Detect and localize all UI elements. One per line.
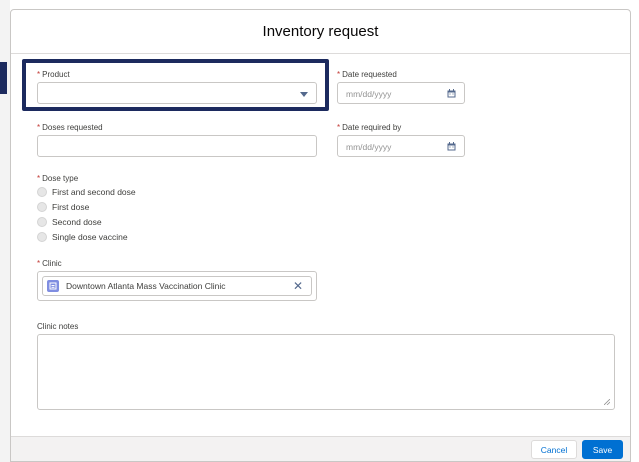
date-requested-placeholder: mm/dd/yyyy: [346, 89, 392, 99]
dose-type-option[interactable]: First dose: [37, 201, 89, 213]
modal-header: Inventory request: [11, 10, 630, 54]
date-requested-label: * Date requested: [337, 70, 397, 79]
clinic-notes-textarea[interactable]: [37, 334, 615, 410]
clinic-pill-label: Downtown Atlanta Mass Vaccination Clinic: [66, 281, 226, 291]
background-panel: [0, 0, 10, 462]
modal-footer: Cancel Save: [11, 436, 630, 461]
dose-type-label: * Dose type: [37, 174, 79, 183]
dose-type-option[interactable]: Second dose: [37, 216, 102, 228]
clinic-lookup[interactable]: Downtown Atlanta Mass Vaccination Clinic…: [37, 271, 317, 301]
clinic-pill[interactable]: Downtown Atlanta Mass Vaccination Clinic…: [42, 276, 312, 296]
calendar-icon[interactable]: [447, 142, 456, 151]
modal-title: Inventory request: [262, 23, 379, 40]
save-button[interactable]: Save: [582, 440, 623, 459]
cancel-button[interactable]: Cancel: [531, 440, 577, 459]
date-required-by-label: * Date required by: [337, 123, 402, 132]
close-icon[interactable]: ✕: [293, 280, 303, 292]
date-required-by-input[interactable]: mm/dd/yyyy: [337, 135, 465, 157]
radio-button[interactable]: [37, 187, 47, 197]
clinic-notes-label: Clinic notes: [37, 322, 79, 331]
doses-requested-label: * Doses requested: [37, 123, 103, 132]
dose-type-option[interactable]: Single dose vaccine: [37, 231, 128, 243]
calendar-icon[interactable]: [447, 89, 456, 98]
clinic-label: * Clinic: [37, 259, 62, 268]
product-highlight-box: [22, 59, 329, 111]
dose-type-option[interactable]: First and second dose: [37, 186, 136, 198]
radio-button[interactable]: [37, 232, 47, 242]
resize-handle-icon[interactable]: [604, 399, 610, 405]
background-tab: [0, 62, 7, 94]
radio-button[interactable]: [37, 202, 47, 212]
date-requested-input[interactable]: mm/dd/yyyy: [337, 82, 465, 104]
doses-requested-input[interactable]: [37, 135, 317, 157]
record-icon: [47, 280, 59, 292]
radio-button[interactable]: [37, 217, 47, 227]
date-required-by-placeholder: mm/dd/yyyy: [346, 142, 392, 152]
